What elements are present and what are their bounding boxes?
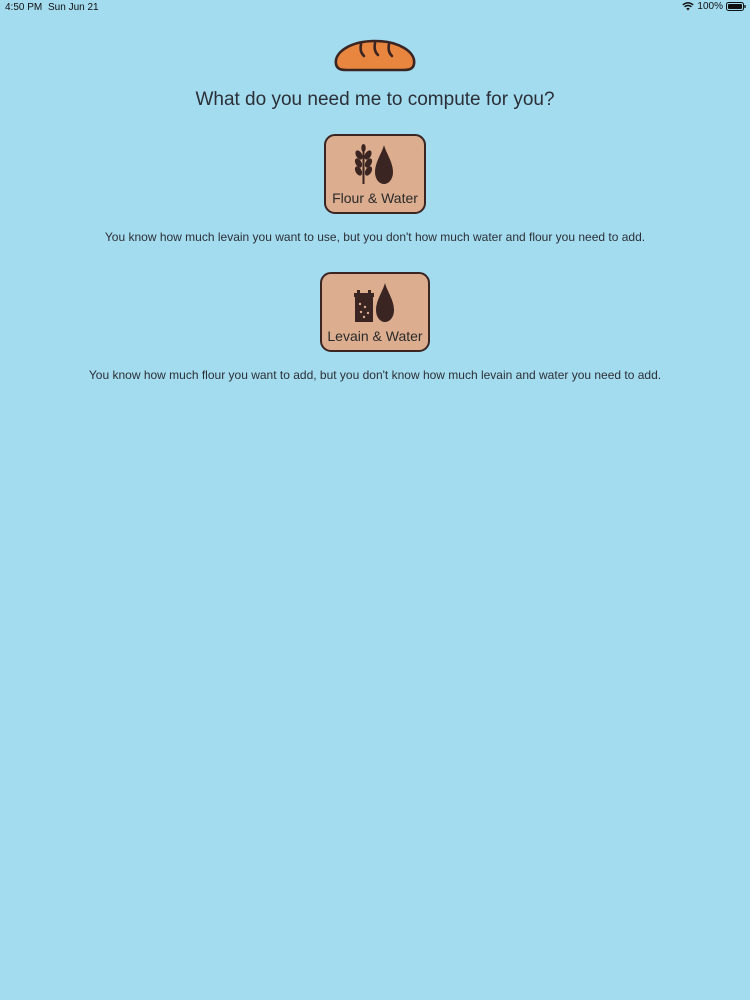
- status-bar: 4:50 PM Sun Jun 21 100%: [0, 0, 750, 16]
- flour-water-description: You know how much levain you want to use…: [104, 230, 646, 244]
- battery-percent: 100%: [697, 1, 723, 12]
- flour-water-label: Flour & Water: [332, 190, 418, 206]
- levain-water-label: Levain & Water: [327, 328, 423, 344]
- status-time: 4:50 PM: [5, 2, 43, 13]
- levain-water-description: You know how much flour you want to add,…: [88, 368, 662, 382]
- wifi-icon: [682, 2, 695, 11]
- levain-water-button[interactable]: Levain & Water: [320, 272, 430, 352]
- flour-water-button[interactable]: Flour & Water: [324, 134, 426, 214]
- battery-icon: [726, 2, 746, 11]
- wheat-and-water-drop-icon: [353, 144, 397, 191]
- status-date: Sun Jun 21: [48, 2, 99, 13]
- jar-and-water-drop-icon: [353, 282, 397, 329]
- bread-icon: [333, 38, 417, 72]
- status-indicators: 100%: [682, 1, 746, 12]
- page-title: What do you need me to compute for you?: [195, 89, 555, 110]
